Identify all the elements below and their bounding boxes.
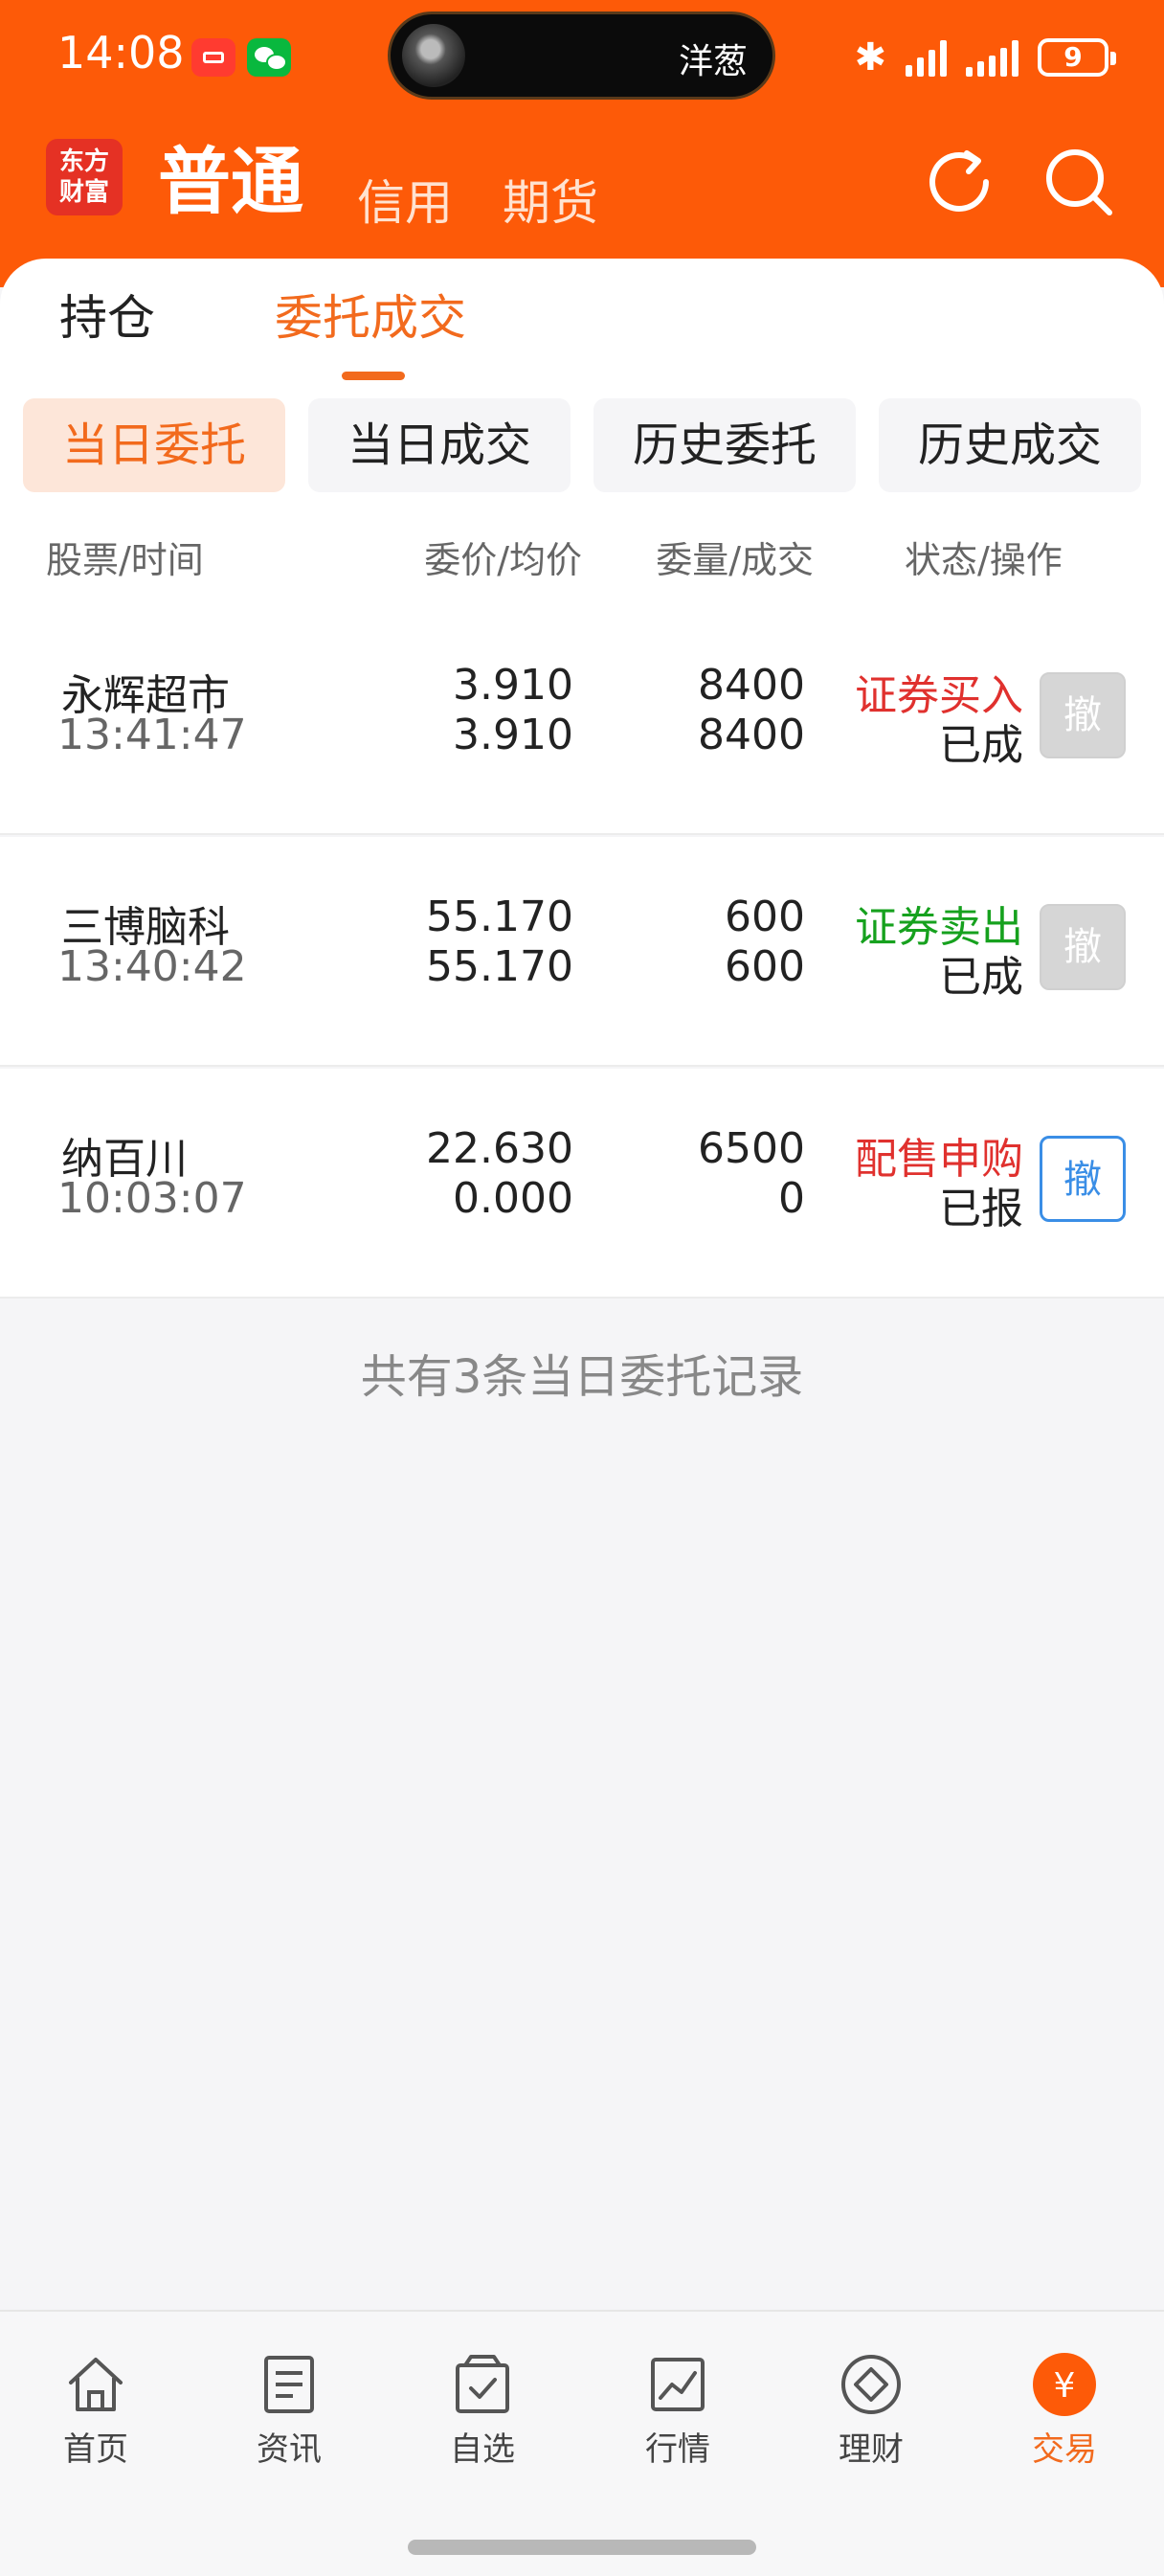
refresh-icon[interactable]: [919, 142, 999, 222]
nav-label: 行情: [645, 2430, 710, 2469]
bluetooth-icon: ✱: [854, 35, 886, 79]
order-status: 已成: [939, 721, 1023, 770]
app-logo: 东方 财富: [46, 139, 123, 215]
logo-text-2: 财富: [58, 178, 109, 207]
nav-trade[interactable]: ¥ 交易: [1007, 2350, 1122, 2470]
logo-text-1: 东方: [58, 147, 109, 176]
average-price: 3.910: [453, 711, 573, 759]
active-tab-indicator: [342, 372, 405, 380]
search-icon[interactable]: [1039, 142, 1119, 222]
table-row[interactable]: 永辉超市 13:41:47 3.910 3.910 8400 8400 证券买入…: [0, 605, 1164, 835]
cancel-button[interactable]: 撤: [1040, 904, 1126, 990]
header-stock-time: 股票/时间: [46, 539, 204, 581]
notification-app-icon: [191, 38, 235, 77]
subtab-today-orders[interactable]: 当日委托: [23, 398, 285, 492]
nav-label: 理财: [839, 2430, 904, 2469]
nav-label: 首页: [63, 2430, 128, 2469]
subtab-history-orders[interactable]: 历史委托: [593, 398, 856, 492]
order-quantity: 600: [725, 893, 805, 941]
records-summary: 共有3条当日委托记录: [360, 1350, 804, 1404]
app-header: 14:08 洋葱 ✱ 9 东方 财富 普通 信用 期货: [0, 0, 1164, 287]
status-bar: 14:08 洋葱 ✱ 9: [0, 0, 1164, 115]
battery-icon: 9: [1038, 38, 1116, 77]
order-price: 22.630: [426, 1124, 573, 1173]
header-status-action: 状态/操作: [905, 539, 1063, 581]
table-row[interactable]: 三博脑科 13:40:42 55.170 55.170 600 600 证券卖出…: [0, 837, 1164, 1067]
dynamic-island[interactable]: 洋葱: [388, 11, 775, 100]
cancel-button[interactable]: 撤: [1040, 672, 1126, 758]
average-price: 0.000: [453, 1174, 573, 1223]
order-price: 55.170: [426, 893, 573, 941]
watchlist-icon: [456, 2355, 509, 2413]
status-time: 14:08: [57, 27, 185, 79]
table-row[interactable]: 纳百川 10:03:07 22.630 0.000 6500 0 配售申购 已报…: [0, 1069, 1164, 1299]
home-indicator[interactable]: [408, 2540, 756, 2555]
order-status: 已报: [939, 1185, 1023, 1233]
trade-icon: ¥: [1033, 2353, 1096, 2416]
filled-quantity: 8400: [698, 711, 805, 759]
table-header: 股票/时间 委价/均价 委量/成交 状态/操作: [0, 508, 1164, 605]
nav-finance[interactable]: 理财: [814, 2350, 929, 2470]
order-quantity: 6500: [698, 1124, 805, 1173]
account-tab-normal[interactable]: 普通: [158, 134, 303, 230]
order-quantity: 8400: [698, 661, 805, 710]
header-quantity: 委量/成交: [656, 539, 814, 581]
filled-quantity: 600: [725, 942, 805, 991]
subtab-today-trades[interactable]: 当日成交: [308, 398, 571, 492]
order-status: 已成: [939, 953, 1023, 1002]
nav-label: 自选: [450, 2430, 515, 2469]
subtab-history-trades[interactable]: 历史成交: [879, 398, 1141, 492]
island-label: 洋葱: [678, 42, 748, 81]
nav-news[interactable]: 资讯: [232, 2350, 347, 2470]
home-icon: [69, 2358, 123, 2411]
nav-label: 资讯: [257, 2430, 322, 2469]
account-tab-futures[interactable]: 期货: [503, 172, 598, 234]
finance-icon: [841, 2355, 901, 2414]
nav-market[interactable]: 行情: [620, 2350, 735, 2470]
album-art-icon: [402, 24, 465, 87]
news-icon: [264, 2356, 314, 2413]
filled-quantity: 0: [778, 1174, 805, 1223]
signal-icon: [906, 38, 947, 77]
account-tab-credit[interactable]: 信用: [357, 172, 453, 234]
tab-positions[interactable]: 持仓: [59, 287, 155, 349]
bottom-navigation: 首页 资讯 自选 行情 理财 ¥ 交易: [0, 2310, 1164, 2576]
tab-orders-trades[interactable]: 委托成交: [275, 287, 466, 349]
cancel-button[interactable]: 撤: [1040, 1136, 1126, 1222]
status-indicators: ✱ 9: [854, 33, 1116, 82]
nav-label: 交易: [1032, 2430, 1097, 2469]
order-time: 13:40:42: [57, 942, 247, 991]
order-time: 13:41:47: [57, 711, 247, 759]
chart-icon: [651, 2358, 705, 2411]
wechat-icon: [247, 38, 291, 77]
nav-home[interactable]: 首页: [38, 2350, 153, 2470]
header-price: 委价/均价: [424, 539, 582, 581]
nav-watchlist[interactable]: 自选: [425, 2350, 540, 2470]
order-time: 10:03:07: [57, 1174, 247, 1223]
average-price: 55.170: [426, 942, 573, 991]
order-price: 3.910: [453, 661, 573, 710]
main-tab-bar: [0, 259, 1164, 387]
trade-icon-glyph: ¥: [1054, 2366, 1076, 2406]
signal-icon-2: [966, 38, 1018, 77]
